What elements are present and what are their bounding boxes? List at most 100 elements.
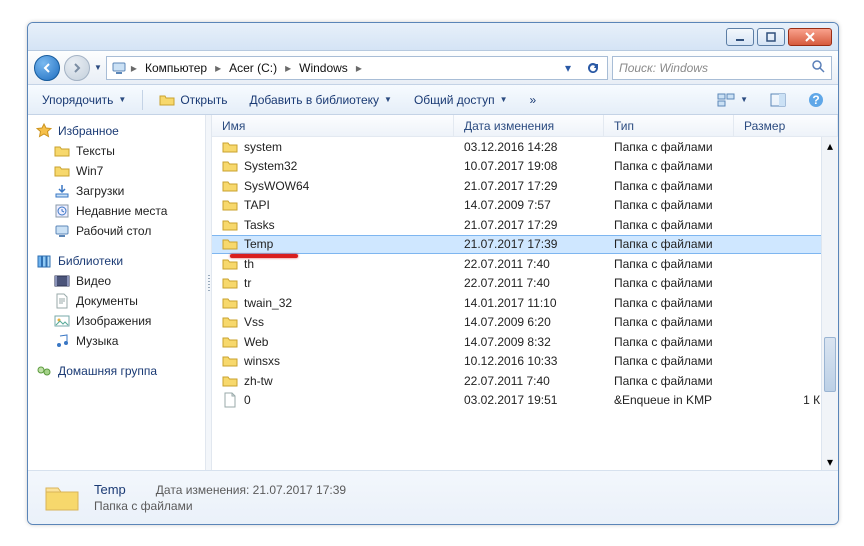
titlebar[interactable] bbox=[28, 23, 838, 51]
file-type: Папка с файлами bbox=[604, 296, 734, 310]
file-row[interactable]: tr22.07.2011 7:40Папка с файлами bbox=[212, 274, 838, 294]
history-dropdown-icon[interactable]: ▼ bbox=[94, 63, 102, 72]
column-header-size[interactable]: Размер bbox=[734, 115, 838, 136]
breadcrumb-sep[interactable]: ▸ bbox=[213, 61, 223, 75]
file-row[interactable]: Web14.07.2009 8:32Папка с файлами bbox=[212, 332, 838, 352]
column-header-modified[interactable]: Дата изменения bbox=[454, 115, 604, 136]
file-row[interactable]: zh-tw22.07.2011 7:40Папка с файлами bbox=[212, 371, 838, 391]
file-type: &Enqueue in KMP bbox=[604, 393, 734, 407]
file-modified: 14.01.2017 11:10 bbox=[454, 296, 604, 310]
breadcrumb-sep[interactable]: ▸ bbox=[354, 61, 364, 75]
minimize-button[interactable] bbox=[726, 28, 754, 46]
scroll-down-icon[interactable]: ▾ bbox=[822, 453, 838, 470]
file-row[interactable]: TAPI14.07.2009 7:57Папка с файлами bbox=[212, 196, 838, 216]
address-bar[interactable]: ▸ Компьютер ▸ Acer (C:) ▸ Windows ▸ ▾ bbox=[106, 56, 608, 80]
address-dropdown-icon[interactable]: ▾ bbox=[557, 57, 579, 79]
file-type: Папка с файлами bbox=[604, 257, 734, 271]
file-row[interactable]: system03.12.2016 14:28Папка с файлами bbox=[212, 137, 838, 157]
forward-button[interactable] bbox=[64, 55, 90, 81]
back-button[interactable] bbox=[34, 55, 60, 81]
file-name: Temp bbox=[244, 237, 273, 251]
file-name: th bbox=[244, 257, 254, 271]
column-headers: Имя Дата изменения Тип Размер bbox=[212, 115, 838, 137]
folder-icon bbox=[222, 275, 238, 291]
folder-icon bbox=[222, 178, 238, 194]
file-type: Папка с файлами bbox=[604, 335, 734, 349]
file-modified: 22.07.2011 7:40 bbox=[454, 374, 604, 388]
libraries-header[interactable]: Библиотеки bbox=[36, 251, 205, 271]
sidebar-item[interactable]: Музыка bbox=[36, 331, 205, 351]
breadcrumb-item[interactable]: Acer (C:) bbox=[225, 60, 281, 76]
sidebar-item[interactable]: Тексты bbox=[36, 141, 205, 161]
libraries-icon bbox=[36, 253, 52, 269]
details-type: Папка с файлами bbox=[94, 499, 346, 513]
file-modified: 03.02.2017 19:51 bbox=[454, 393, 604, 407]
file-row[interactable]: SysWOW6421.07.2017 17:29Папка с файлами bbox=[212, 176, 838, 196]
preview-pane-button[interactable] bbox=[764, 90, 792, 110]
close-button[interactable] bbox=[788, 28, 832, 46]
refresh-icon[interactable] bbox=[581, 57, 603, 79]
open-icon bbox=[159, 92, 175, 108]
column-header-name[interactable]: Имя bbox=[212, 115, 454, 136]
download-icon bbox=[54, 183, 70, 199]
file-type: Папка с файлами bbox=[604, 198, 734, 212]
file-modified: 21.07.2017 17:29 bbox=[454, 179, 604, 193]
folder-icon bbox=[222, 353, 238, 369]
file-row[interactable]: Vss14.07.2009 6:20Папка с файлами bbox=[212, 313, 838, 333]
file-type: Папка с файлами bbox=[604, 218, 734, 232]
file-type: Папка с файлами bbox=[604, 179, 734, 193]
file-type: Папка с файлами bbox=[604, 140, 734, 154]
breadcrumb-sep[interactable]: ▸ bbox=[283, 61, 293, 75]
open-button[interactable]: Открыть bbox=[153, 90, 233, 110]
file-list-scrollbar[interactable]: ▴ ▾ bbox=[821, 137, 838, 470]
breadcrumb-item[interactable]: Компьютер bbox=[141, 60, 211, 76]
toolbar-separator bbox=[142, 90, 143, 110]
view-mode-button[interactable]: ▼ bbox=[711, 90, 754, 110]
maximize-button[interactable] bbox=[757, 28, 785, 46]
file-modified: 14.07.2009 7:57 bbox=[454, 198, 604, 212]
file-modified: 21.07.2017 17:29 bbox=[454, 218, 604, 232]
more-commands-button[interactable]: » bbox=[523, 91, 542, 109]
video-icon bbox=[54, 273, 70, 289]
share-button[interactable]: Общий доступ ▼ bbox=[408, 91, 514, 109]
scrollbar-thumb[interactable] bbox=[824, 337, 836, 392]
folder-icon bbox=[222, 314, 238, 330]
music-icon bbox=[54, 333, 70, 349]
desktop-icon bbox=[54, 223, 70, 239]
file-row[interactable]: Temp21.07.2017 17:39Папка с файлами bbox=[212, 235, 838, 255]
file-row[interactable]: twain_32 14.01.2017 11:10Папка с файлами bbox=[212, 293, 838, 313]
file-type: Папка с файлами bbox=[604, 159, 734, 173]
search-icon bbox=[811, 59, 825, 76]
file-type: Папка с файлами bbox=[604, 374, 734, 388]
file-modified: 22.07.2011 7:40 bbox=[454, 276, 604, 290]
organize-button[interactable]: Упорядочить ▼ bbox=[36, 91, 132, 109]
sidebar-item[interactable]: Видео bbox=[36, 271, 205, 291]
homegroup-header[interactable]: Домашняя группа bbox=[36, 361, 205, 381]
favorites-header[interactable]: Избранное bbox=[36, 121, 205, 141]
sidebar-item[interactable]: Win7 bbox=[36, 161, 205, 181]
file-row[interactable]: 003.02.2017 19:51&Enqueue in KMP1 КБ bbox=[212, 391, 838, 411]
folder-icon bbox=[222, 139, 238, 155]
file-row[interactable]: Tasks21.07.2017 17:29Папка с файлами bbox=[212, 215, 838, 235]
sidebar-item[interactable]: Загрузки bbox=[36, 181, 205, 201]
file-row[interactable]: th22.07.2011 7:40Папка с файлами bbox=[212, 254, 838, 274]
sidebar-item[interactable]: Недавние места bbox=[36, 201, 205, 221]
file-list: Имя Дата изменения Тип Размер system03.1… bbox=[212, 115, 838, 470]
scroll-up-icon[interactable]: ▴ bbox=[822, 137, 838, 154]
sidebar-item[interactable]: Рабочий стол bbox=[36, 221, 205, 241]
file-modified: 14.07.2009 8:32 bbox=[454, 335, 604, 349]
file-row[interactable]: winsxs10.12.2016 10:33Папка с файлами bbox=[212, 352, 838, 372]
file-name: twain_32 bbox=[244, 296, 292, 310]
breadcrumb-item[interactable]: Windows bbox=[295, 60, 352, 76]
details-meta-label: Дата изменения: bbox=[156, 483, 250, 497]
sidebar-item[interactable]: Изображения bbox=[36, 311, 205, 331]
breadcrumb-sep[interactable]: ▸ bbox=[129, 61, 139, 75]
search-input[interactable]: Поиск: Windows bbox=[612, 56, 832, 80]
file-row[interactable]: System3210.07.2017 19:08Папка с файлами bbox=[212, 157, 838, 177]
column-header-type[interactable]: Тип bbox=[604, 115, 734, 136]
file-type: Папка с файлами bbox=[604, 237, 734, 251]
sidebar-item[interactable]: Документы bbox=[36, 291, 205, 311]
help-button[interactable]: ? bbox=[802, 90, 830, 110]
add-to-library-button[interactable]: Добавить в библиотеку ▼ bbox=[243, 91, 397, 109]
details-pane: Temp Дата изменения: 21.07.2017 17:39 Па… bbox=[28, 470, 838, 524]
